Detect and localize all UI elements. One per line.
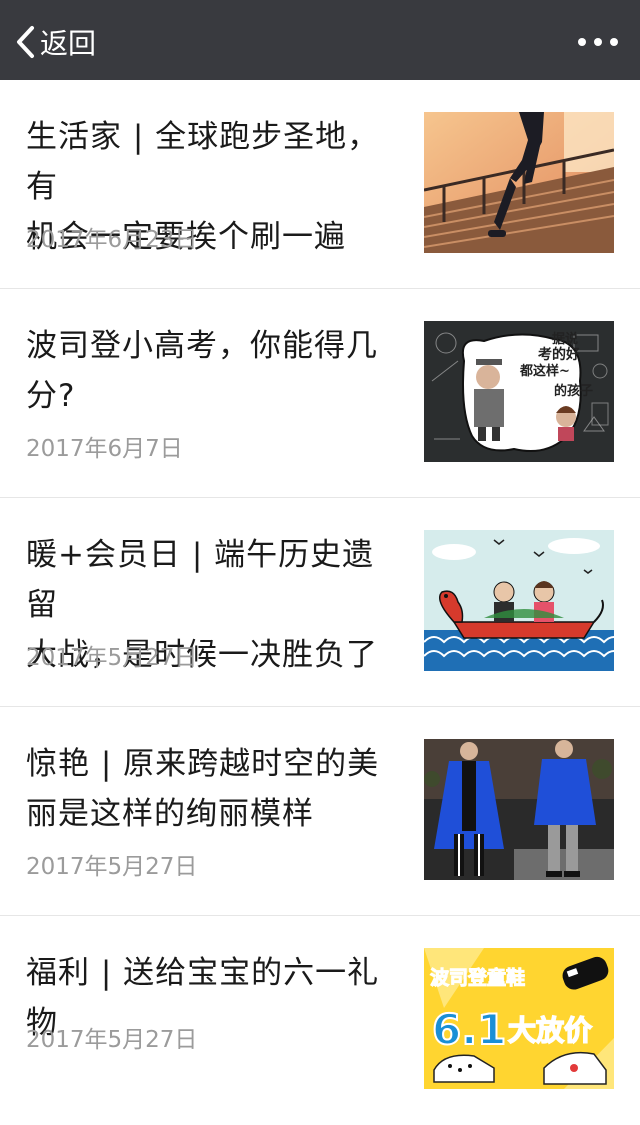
article-date: 2017年6月7日 — [26, 436, 183, 462]
article-date: 2017年6月23日 — [26, 227, 198, 253]
article-title-line: 暖+会员日 | 端午历史遗留 — [26, 537, 375, 623]
svg-text:考的好: 考的好 — [538, 346, 580, 363]
back-button[interactable]: 返回 — [14, 22, 96, 62]
article-title-line: 波司登小高考，你能得几 — [26, 328, 378, 364]
article-thumbnail-running — [424, 112, 614, 253]
article-item[interactable]: 波司登小高考，你能得几 分? 2017年6月7日 都这样~ 考的好 的孩子 据说 — [0, 289, 640, 498]
svg-text:都这样~: 都这样~ — [519, 363, 570, 379]
promo-big-text: 大放价 — [508, 1014, 593, 1047]
article-thumbnail-fashion — [424, 739, 614, 880]
article-item[interactable]: 生活家 | 全球跑步圣地，有 机会一定要挨个刷一遍 2017年6月23日 — [0, 80, 640, 289]
article-date: 2017年5月27日 — [26, 1027, 198, 1053]
article-thumbnail-chalkboard: 都这样~ 考的好 的孩子 据说 — [424, 321, 614, 462]
article-item[interactable]: 惊艳 | 原来跨越时空的美 丽是这样的绚丽模样 2017年5月27日 — [0, 707, 640, 916]
svg-text:据说: 据说 — [552, 331, 578, 347]
svg-text:的孩子: 的孩子 — [554, 383, 593, 399]
top-bar: 返回 — [0, 0, 640, 80]
article-date: 2017年5月27日 — [26, 854, 198, 880]
article-title-line: 丽是这样的绚丽模样 — [26, 796, 314, 832]
article-date: 2017年5月27日 — [26, 645, 198, 671]
more-dot-icon — [578, 38, 586, 46]
back-label: 返回 — [40, 27, 97, 60]
more-dot-icon — [610, 38, 618, 46]
promo-big-number: 6.1 — [432, 1005, 506, 1054]
article-title: 惊艳 | 原来跨越时空的美 丽是这样的绚丽模样 — [26, 739, 398, 839]
article-title-line: 分? — [26, 378, 76, 414]
article-thumbnail-kids-shoes: 波司登童鞋 6.1 大放价 — [424, 948, 614, 1089]
article-item[interactable]: 暖+会员日 | 端午历史遗留 大战，是时候一决胜负了 2017年5月27日 — [0, 498, 640, 707]
article-title-line: 生活家 | 全球跑步圣地，有 — [26, 119, 380, 205]
chevron-left-icon — [17, 26, 34, 58]
article-title-line: 惊艳 | 原来跨越时空的美 — [26, 746, 380, 782]
article-item[interactable]: 福利 | 送给宝宝的六一礼物 2017年5月27日 波司登童鞋 6.1 大放价 — [0, 916, 640, 1125]
article-thumbnail-dragon-boat — [424, 530, 614, 671]
article-list: 生活家 | 全球跑步圣地，有 机会一定要挨个刷一遍 2017年6月23日 波司登… — [0, 80, 640, 1125]
more-dot-icon — [594, 38, 602, 46]
promo-top-text: 波司登童鞋 — [430, 966, 525, 989]
more-options-button[interactable] — [578, 28, 618, 56]
article-title: 波司登小高考，你能得几 分? — [26, 321, 398, 421]
